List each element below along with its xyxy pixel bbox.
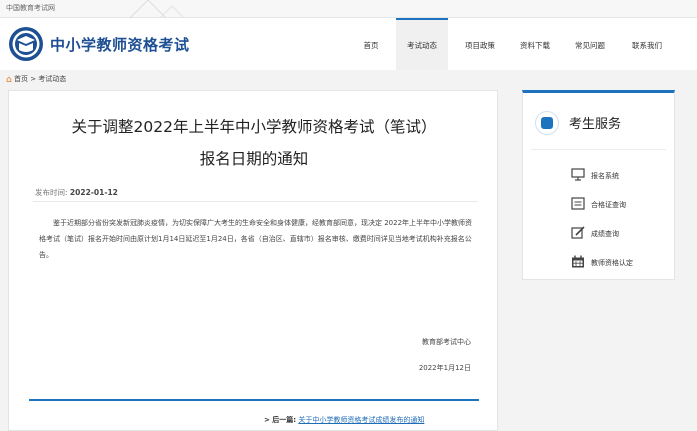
nav-downloads[interactable]: 资料下载 [513,18,557,70]
nav-faq[interactable]: 常见问题 [568,18,612,70]
signature-date: 2022年1月12日 [418,364,471,372]
decorative-lines [129,0,185,18]
divider [29,399,479,401]
nav-contact[interactable]: 联系我们 [624,18,670,70]
publish-date-value: 2022-01-12 [69,188,118,197]
divider [531,149,666,150]
calendar-icon [572,255,584,268]
nav-exam-news[interactable]: 考试动态 [396,18,448,70]
service-label: 教师资格认定 [591,259,633,267]
site-name: 中国教育考试网 [6,4,55,12]
nav-home[interactable]: 首页 [356,18,386,70]
service-label: 合格证查询 [591,201,626,209]
article-panel: 关于调整2022年上半年中小学教师资格考试（笔试） 报名日期的通知 发布时间: … [8,90,498,431]
logo-icon[interactable] [8,26,44,62]
breadcrumb-current[interactable]: 考试动态 [38,75,66,83]
edit-icon [571,226,585,239]
services-title: 考生服务 [569,117,622,132]
next-article-label: > 后一篇: [264,416,297,424]
breadcrumb-separator: > [30,75,37,83]
site-title[interactable]: 中小学教师资格考试 [50,34,190,55]
nav-project-policy[interactable]: 项目政策 [458,18,502,70]
divider [33,201,478,202]
breadcrumb: ⌂ 首页 > 考试动态 [6,74,66,85]
breadcrumb-home[interactable]: 首页 [14,75,28,83]
header: 中小学教师资格考试 首页 考试动态 项目政策 资料下载 常见问题 联系我们 [0,18,697,70]
candidate-services-panel: 考生服务 报名系统 合格证查询 成绩查询 教师资格认定 [522,90,675,280]
service-label: 成绩查询 [591,230,619,238]
certificate-icon [571,197,585,210]
signature: 教育部考试中心 [422,338,471,346]
article-title-line1: 关于调整2022年上半年中小学教师资格考试（笔试） [71,118,437,136]
monitor-icon [571,168,585,181]
next-article: > 后一篇: 关于中小学教师资格考试成绩发布的通知 [264,415,424,425]
home-icon[interactable]: ⌂ [6,75,12,85]
next-article-link[interactable]: 关于中小学教师资格考试成绩发布的通知 [298,416,424,424]
article-title-line2: 报名日期的通知 [199,150,309,168]
services-icon [535,111,559,135]
publish-date-label: 发布时间: [35,188,68,197]
top-bar: 中国教育考试网 [0,0,697,18]
service-label: 报名系统 [591,172,619,180]
publish-date: 发布时间: 2022-01-12 [35,187,118,198]
article-body: 鉴于近期部分省份突发新冠肺炎疫情，为切实保障广大考生的生命安全和身体健康，经教育… [39,219,473,259]
